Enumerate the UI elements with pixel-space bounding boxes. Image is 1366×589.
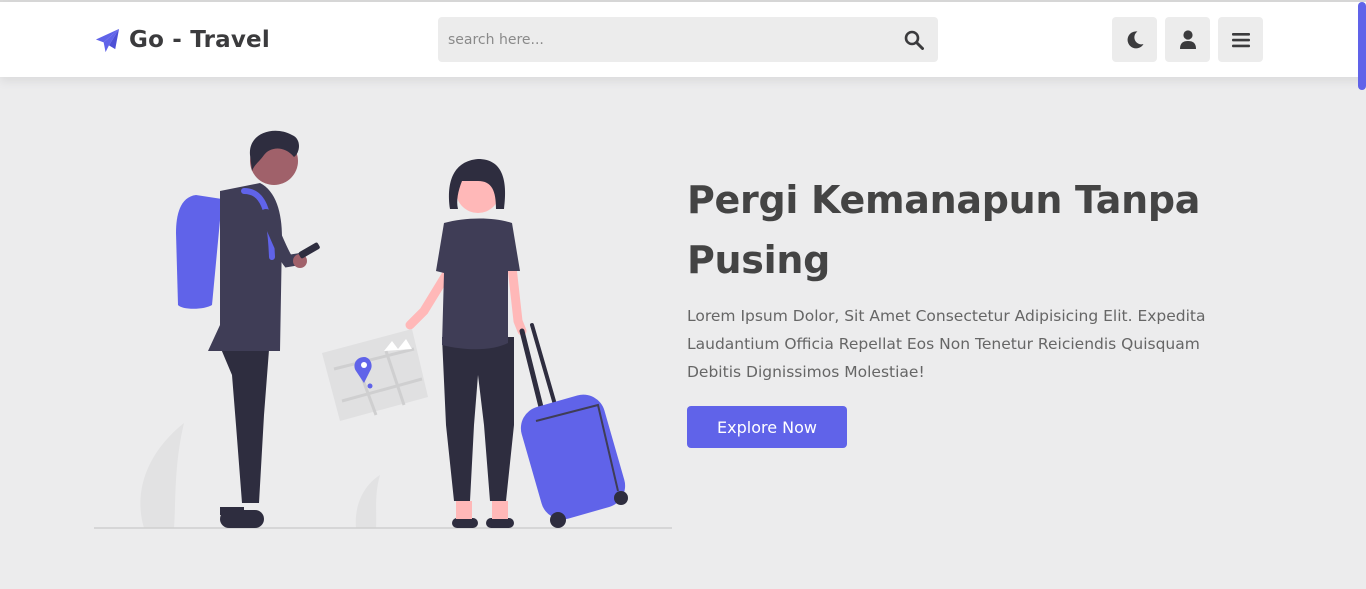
hero-title: Pergi Kemanapun Tanpa Pusing [687, 178, 1201, 282]
woman-shoe [452, 518, 478, 528]
search-input[interactable] [448, 17, 878, 62]
brand-name: Go - Travel [129, 27, 270, 53]
user-icon [1179, 29, 1196, 49]
paper-plane-icon [95, 28, 120, 52]
hero-section: Pergi Kemanapun Tanpa Pusing Lorem Ipsum… [687, 170, 1277, 448]
phone [298, 242, 320, 259]
explore-now-button[interactable]: Explore Now [687, 406, 847, 448]
navbar: Go - Travel [0, 2, 1366, 77]
menu-button[interactable] [1218, 17, 1263, 62]
bars-icon [1231, 32, 1250, 47]
plant-shape [140, 423, 184, 528]
search-bar [438, 17, 938, 62]
woman-shoe [486, 518, 514, 528]
search-button[interactable] [903, 29, 925, 51]
suitcase [519, 323, 628, 528]
scrollbar-thumb[interactable] [1358, 2, 1366, 90]
theme-toggle-button[interactable] [1112, 17, 1157, 62]
travelers-illustration [94, 130, 672, 529]
plant-shape [355, 475, 380, 528]
backpack [176, 195, 222, 309]
map [322, 329, 428, 421]
brand-logo[interactable]: Go - Travel [94, 22, 270, 58]
man-shoe [220, 510, 264, 528]
account-button[interactable] [1165, 17, 1210, 62]
nav-icon-group [1112, 17, 1263, 62]
search-icon [904, 30, 924, 50]
hero-description: Lorem Ipsum Dolor, Sit Amet Consectetur … [687, 307, 1206, 381]
moon-icon [1127, 30, 1143, 48]
